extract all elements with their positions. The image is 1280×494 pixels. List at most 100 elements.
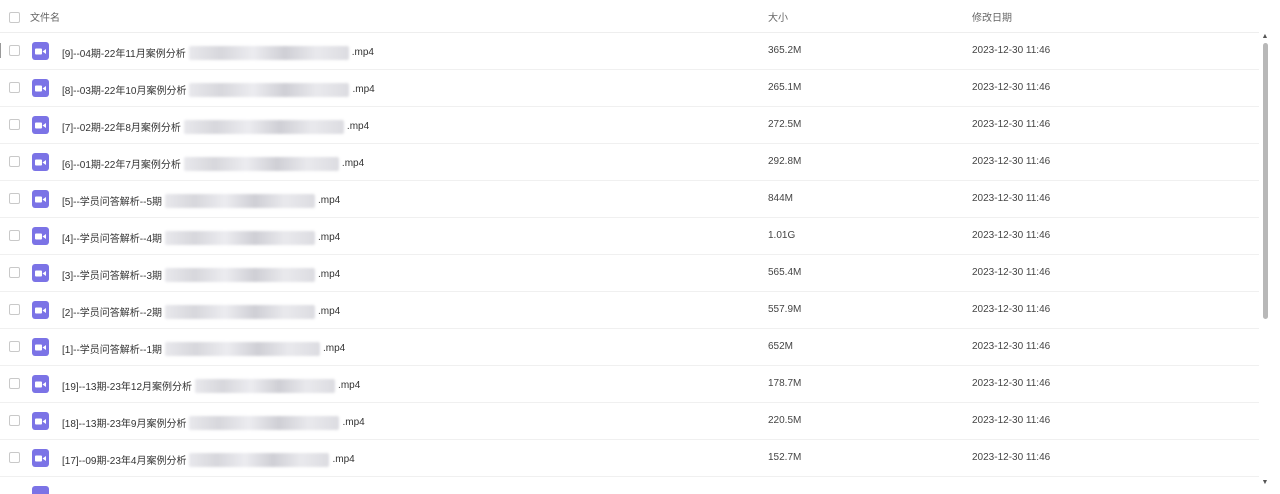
video-file-icon — [32, 449, 49, 467]
file-modified-date: 2023-12-30 11:46 — [972, 45, 1051, 56]
column-header-date[interactable]: 修改日期 — [972, 9, 1012, 24]
redacted-text-blur — [165, 304, 315, 319]
file-modified-date: 2023-12-30 11:46 — [972, 452, 1051, 463]
file-row-partial[interactable] — [0, 477, 1259, 494]
file-size: 265.1M — [768, 82, 802, 93]
row-checkbox[interactable] — [9, 45, 20, 56]
file-extension: .mp4 — [346, 121, 370, 132]
file-name[interactable]: [5]--学员问答解析--5期 .mp4 — [62, 193, 340, 208]
file-extension: .mp4 — [318, 195, 341, 206]
file-modified-date: 2023-12-30 11:46 — [972, 378, 1051, 389]
video-file-icon — [32, 338, 49, 356]
file-name-prefix: [5]--学员问答解析--5期 — [62, 197, 162, 208]
file-extension: .mp4 — [318, 232, 341, 243]
file-name-prefix: [1]--学员问答解析--1期 — [62, 345, 162, 356]
file-size: 365.2M — [768, 45, 802, 56]
file-size: 152.7M — [768, 452, 802, 463]
file-row[interactable]: [17]--09期-23年4月案例分析 .mp4 152.7M 2023-12-30 … — [0, 440, 1259, 477]
file-size: 220.5M — [768, 415, 802, 426]
file-modified-date: 2023-12-30 11:46 — [972, 156, 1051, 167]
file-name[interactable]: [18]--13期-23年9月案例分析 .mp4 — [62, 415, 365, 430]
file-name-prefix: [8]--03期-22年10月案例分析 — [62, 86, 187, 97]
vertical-scrollbar[interactable]: ▲ ▼ — [1261, 33, 1269, 487]
file-modified-date: 2023-12-30 11:46 — [972, 267, 1051, 278]
file-row[interactable]: [18]--13期-23年9月案例分析 .mp4 220.5M 2023-12-30 … — [0, 403, 1259, 440]
file-modified-date: 2023-12-30 11:46 — [972, 230, 1051, 241]
file-name[interactable]: [8]--03期-22年10月案例分析 .mp4 — [62, 82, 375, 97]
file-row[interactable]: [6]--01期-22年7月案例分析 .mp4 292.8M 2023-12-30 1… — [0, 144, 1259, 181]
file-name[interactable]: [4]--学员问答解析--4期 .mp4 — [62, 230, 340, 245]
row-checkbox[interactable] — [9, 452, 20, 463]
file-modified-date: 2023-12-30 11:46 — [972, 304, 1051, 315]
file-row[interactable]: [5]--学员问答解析--5期 .mp4 844M 2023-12-30 11:46 — [0, 181, 1259, 218]
file-extension: .mp4 — [342, 417, 365, 428]
file-name[interactable]: [3]--学员问答解析--3期 .mp4 — [62, 267, 340, 282]
column-header-name[interactable]: 文件名 — [30, 9, 60, 24]
row-checkbox[interactable] — [9, 415, 20, 426]
file-size: 1.01G — [768, 230, 796, 241]
redacted-text-blur — [189, 452, 330, 467]
redacted-text-blur — [165, 230, 315, 245]
file-row[interactable]: [19]--13期-23年12月案例分析 .mp4 178.7M 2023-12-30… — [0, 366, 1259, 403]
file-row[interactable]: [4]--学员问答解析--4期 .mp4 1.01G 2023-12-30 11:46 — [0, 218, 1259, 255]
redacted-text-blur — [165, 193, 315, 208]
row-checkbox[interactable] — [9, 304, 20, 315]
row-checkbox[interactable] — [9, 193, 20, 204]
file-row[interactable]: [1]--学员问答解析--1期 .mp4 652M 2023-12-30 11:46 — [0, 329, 1259, 366]
row-checkbox[interactable] — [9, 267, 20, 278]
redacted-text-blur — [189, 415, 340, 430]
file-size: 557.9M — [768, 304, 802, 315]
row-focus-marker — [0, 43, 1, 58]
video-file-icon — [32, 227, 49, 245]
row-checkbox[interactable] — [9, 341, 20, 352]
row-checkbox[interactable] — [9, 230, 20, 241]
video-file-icon — [32, 301, 49, 319]
file-size: 178.7M — [768, 378, 802, 389]
file-row[interactable]: [7]--02期-22年8月案例分析 .mp4 272.5M 2023-12-30 1… — [0, 107, 1259, 144]
video-file-icon — [32, 116, 49, 134]
file-name-prefix: [3]--学员问答解析--3期 — [62, 271, 162, 282]
file-name-prefix: [2]--学员问答解析--2期 — [62, 308, 162, 319]
file-name[interactable]: [1]--学员问答解析--1期 .mp4 — [62, 341, 345, 356]
file-extension: .mp4 — [318, 306, 341, 317]
row-checkbox[interactable] — [9, 82, 20, 93]
file-name[interactable]: [2]--学员问答解析--2期 .mp4 — [62, 304, 340, 319]
file-list: [9]--04期-22年11月案例分析 .mp4 365.2M 2023-12-30 … — [0, 33, 1259, 494]
file-name[interactable]: [7]--02期-22年8月案例分析 .mp4 — [62, 119, 369, 134]
scroll-down-arrow-icon[interactable]: ▼ — [1261, 479, 1269, 487]
file-extension: .mp4 — [332, 454, 355, 465]
select-all-checkbox[interactable] — [9, 12, 20, 23]
video-file-icon — [32, 153, 49, 171]
column-header-size[interactable]: 大小 — [768, 9, 788, 24]
video-file-icon — [32, 42, 49, 60]
file-name[interactable]: [19]--13期-23年12月案例分析 .mp4 — [62, 378, 360, 393]
file-extension: .mp4 — [341, 158, 365, 169]
file-name[interactable]: [17]--09期-23年4月案例分析 .mp4 — [62, 452, 355, 467]
row-checkbox[interactable] — [9, 156, 20, 167]
scroll-up-arrow-icon[interactable]: ▲ — [1261, 33, 1269, 41]
file-size: 652M — [768, 341, 794, 352]
video-file-icon — [32, 375, 49, 393]
redacted-text-blur — [183, 119, 344, 134]
file-extension: .mp4 — [352, 84, 375, 95]
redacted-text-blur — [195, 378, 336, 393]
scroll-thumb[interactable] — [1263, 43, 1268, 319]
file-name-prefix: [19]--13期-23年12月案例分析 — [62, 382, 193, 393]
row-checkbox[interactable] — [9, 378, 20, 389]
file-row[interactable]: [8]--03期-22年10月案例分析 .mp4 265.1M 2023-12-30 … — [0, 70, 1259, 107]
redacted-text-blur — [165, 341, 320, 356]
file-size: 272.5M — [768, 119, 802, 130]
file-row[interactable]: [3]--学员问答解析--3期 .mp4 565.4M 2023-12-30 11:4… — [0, 255, 1259, 292]
file-modified-date: 2023-12-30 11:46 — [972, 341, 1051, 352]
video-file-icon — [32, 412, 49, 430]
file-name-prefix: [18]--13期-23年9月案例分析 — [62, 419, 187, 430]
redacted-text-blur — [165, 267, 315, 282]
row-checkbox[interactable] — [9, 119, 20, 130]
file-name[interactable]: [6]--01期-22年7月案例分析 .mp4 — [62, 156, 364, 171]
file-name-prefix: [4]--学员问答解析--4期 — [62, 234, 162, 245]
file-name-prefix: [17]--09期-23年4月案例分析 — [62, 456, 187, 467]
file-row[interactable]: [9]--04期-22年11月案例分析 .mp4 365.2M 2023-12-30 … — [0, 33, 1259, 70]
file-modified-date: 2023-12-30 11:46 — [972, 415, 1051, 426]
file-row[interactable]: [2]--学员问答解析--2期 .mp4 557.9M 2023-12-30 11:4… — [0, 292, 1259, 329]
file-name[interactable]: [9]--04期-22年11月案例分析 .mp4 — [62, 45, 374, 60]
